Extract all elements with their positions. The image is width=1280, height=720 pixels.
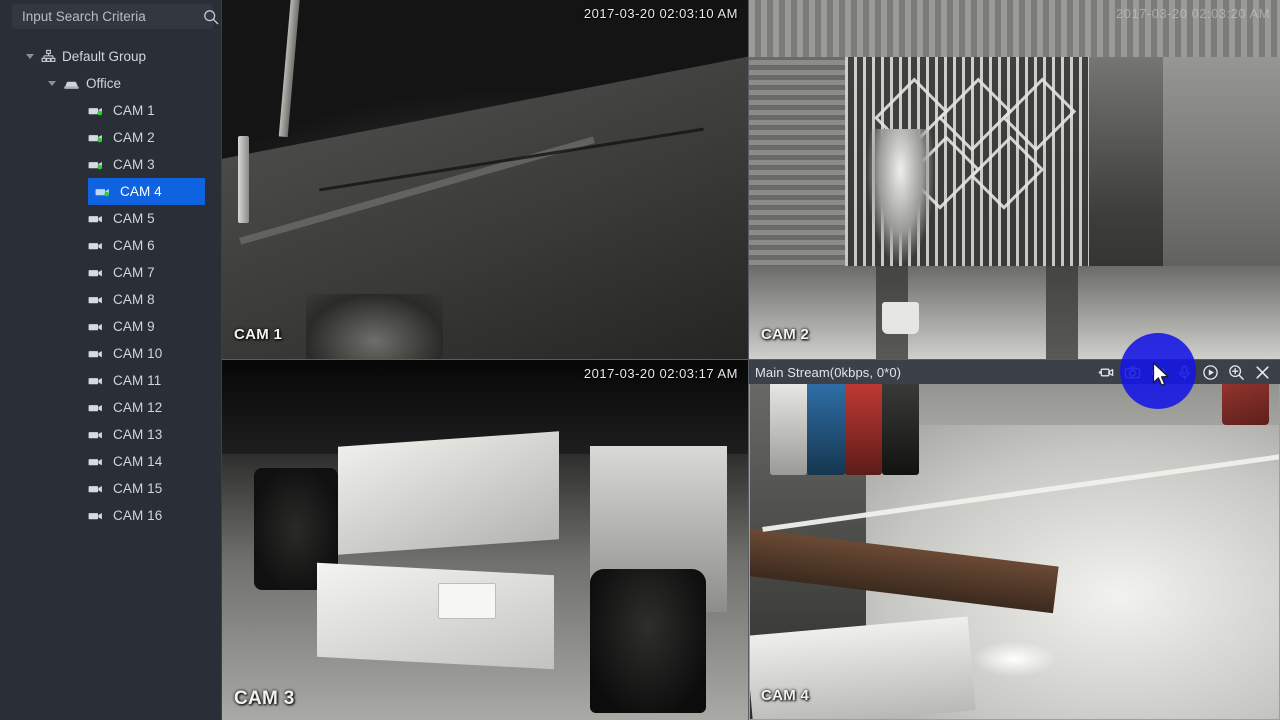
- camera-list-item-label: CAM 16: [113, 508, 163, 523]
- record-icon[interactable]: [1098, 364, 1115, 381]
- snapshot-icon[interactable]: [1124, 364, 1141, 381]
- camera-icon: [88, 213, 107, 225]
- camera-list-item-cam-10[interactable]: CAM 10: [0, 340, 221, 367]
- nvr-device-icon: [63, 78, 80, 90]
- camera-list-item-cam-4[interactable]: CAM 4: [88, 178, 205, 205]
- camera-icon: [95, 186, 114, 198]
- panel-toolbar-icons: [1098, 364, 1280, 381]
- camera-list-item-cam-7[interactable]: CAM 7: [0, 259, 221, 286]
- camera-tree-sidebar: Default Group Office CAM 1CAM 2CAM 3CAM …: [0, 0, 222, 720]
- camera-icon: [88, 510, 107, 522]
- microphone-icon[interactable]: [1176, 364, 1193, 381]
- close-icon[interactable]: [1254, 364, 1271, 381]
- camera-icon: [88, 456, 107, 468]
- camera-icon: [88, 159, 107, 171]
- camera-list-item-label: CAM 10: [113, 346, 163, 361]
- osd-camera-name: CAM 3: [234, 688, 295, 709]
- video-feed-cam3: [222, 360, 748, 720]
- hierarchy-icon: [41, 49, 56, 64]
- camera-icon: [88, 348, 107, 360]
- camera-icon: [88, 105, 107, 117]
- camera-list-item-label: CAM 5: [113, 211, 155, 226]
- video-feed-cam1: [222, 0, 748, 359]
- stream-info-label: Main Stream(0kbps, 0*0): [755, 364, 902, 380]
- video-panel-cam3[interactable]: 2017-03-20 02:03:17 AM CAM 3: [222, 360, 748, 720]
- search-input[interactable]: [22, 9, 199, 24]
- search-icon[interactable]: [203, 9, 219, 25]
- camera-list-item-label: CAM 1: [113, 103, 155, 118]
- camera-icon: [88, 132, 107, 144]
- video-feed-cam2: [749, 0, 1280, 359]
- camera-list-item-cam-11[interactable]: CAM 11: [0, 367, 221, 394]
- camera-list-item-cam-15[interactable]: CAM 15: [0, 475, 221, 502]
- camera-list-item-label: CAM 14: [113, 454, 163, 469]
- camera-list-item-cam-14[interactable]: CAM 14: [0, 448, 221, 475]
- camera-list-item-cam-8[interactable]: CAM 8: [0, 286, 221, 313]
- nvr-client-window: Default Group Office CAM 1CAM 2CAM 3CAM …: [0, 0, 1280, 720]
- audio-icon[interactable]: [1150, 364, 1167, 381]
- camera-list-item-label: CAM 8: [113, 292, 155, 307]
- chevron-down-icon[interactable]: [26, 54, 34, 59]
- camera-icon: [88, 294, 107, 306]
- zoom-in-icon[interactable]: [1228, 364, 1245, 381]
- camera-list: CAM 1 CAM 2 CAM 3 CAM 4 CAM 5 CAM 6 CAM 7 CAM 8…: [0, 97, 221, 529]
- osd-camera-name: CAM 4: [761, 687, 810, 704]
- camera-list-item-cam-2[interactable]: CAM 2: [0, 124, 221, 151]
- camera-icon: [88, 483, 107, 495]
- camera-list-item-cam-13[interactable]: CAM 13: [0, 421, 221, 448]
- playback-icon[interactable]: [1202, 364, 1219, 381]
- camera-list-item-cam-6[interactable]: CAM 6: [0, 232, 221, 259]
- camera-list-item-label: CAM 2: [113, 130, 155, 145]
- video-panel-cam2[interactable]: 2017-03-20 02:03:20 AM CAM 2: [749, 0, 1280, 359]
- camera-list-item-cam-16[interactable]: CAM 16: [0, 502, 221, 529]
- camera-list-item-label: CAM 11: [113, 373, 162, 388]
- camera-list-item-cam-1[interactable]: CAM 1: [0, 97, 221, 124]
- camera-list-item-label: CAM 15: [113, 481, 163, 496]
- camera-list-item-cam-5[interactable]: CAM 5: [0, 205, 221, 232]
- camera-icon: [88, 375, 107, 387]
- camera-list-item-label: CAM 6: [113, 238, 155, 253]
- osd-camera-name: CAM 1: [234, 326, 283, 343]
- tree-node-office[interactable]: Office: [0, 70, 221, 97]
- camera-list-item-label: CAM 7: [113, 265, 155, 280]
- tree-node-label: Office: [86, 76, 122, 91]
- osd-timestamp: 2017-03-20 02:03:10 AM: [583, 6, 738, 21]
- camera-icon: [88, 240, 107, 252]
- camera-list-item-cam-3[interactable]: CAM 3: [0, 151, 221, 178]
- camera-icon: [88, 429, 107, 441]
- osd-timestamp: 2017-03-20 02:03:20 AM: [1115, 6, 1270, 21]
- device-tree: Default Group Office CAM 1 CAM 2 CAM 3 CAM …: [0, 43, 221, 529]
- camera-list-item-label: CAM 12: [113, 400, 163, 415]
- chevron-down-icon[interactable]: [48, 81, 56, 86]
- video-grid: 2017-03-20 02:03:10 AM CAM 1 2017-03-20 …: [222, 0, 1280, 720]
- tree-node-label: Default Group: [62, 49, 147, 64]
- video-feed-cam4: [749, 360, 1280, 720]
- osd-camera-name: CAM 2: [761, 326, 810, 343]
- osd-timestamp: 2017-03-20 02:03:17 AM: [583, 366, 738, 381]
- camera-icon: [88, 321, 107, 333]
- camera-icon: [88, 267, 107, 279]
- panel-toolbar: Main Stream(0kbps, 0*0): [749, 360, 1280, 384]
- video-panel-cam4[interactable]: Main Stream(0kbps, 0*0) CAM 4: [749, 360, 1280, 720]
- camera-list-item-cam-12[interactable]: CAM 12: [0, 394, 221, 421]
- search-bar[interactable]: [12, 4, 219, 29]
- camera-list-item-label: CAM 9: [113, 319, 155, 334]
- camera-list-item-label: CAM 13: [113, 427, 163, 442]
- camera-list-item-label: CAM 3: [113, 157, 155, 172]
- camera-list-item-label: CAM 4: [120, 184, 162, 199]
- video-panel-cam1[interactable]: 2017-03-20 02:03:10 AM CAM 1: [222, 0, 748, 359]
- camera-icon: [88, 402, 107, 414]
- tree-node-default-group[interactable]: Default Group: [0, 43, 221, 70]
- camera-list-item-cam-9[interactable]: CAM 9: [0, 313, 221, 340]
